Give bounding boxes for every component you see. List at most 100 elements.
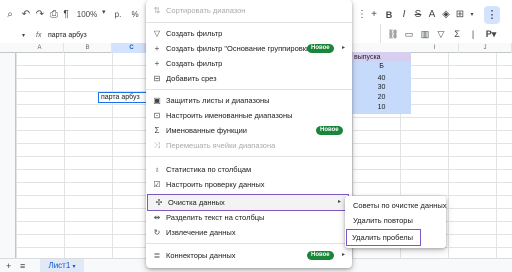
menu-item-split-text[interactable]: ⇹ Разделить текст на столбцы [146,210,352,225]
menu-item-named-functions[interactable]: Σ Именованные функции Новое [146,123,352,138]
sheet-tab[interactable]: Лист1 ▾ [40,259,84,272]
menu-item-randomize-range[interactable]: ⤨ Перемешать ячейки диапазона [146,138,352,153]
name-box-caret-icon[interactable]: ▾ [22,31,25,41]
menu-item-label: Разделить текст на столбцы [166,213,265,222]
italic-icon[interactable]: I [398,8,410,22]
menu-item-label: Создать фильтр [166,29,223,38]
cell-value[interactable]: Б [352,63,411,70]
menu-divider [146,22,352,23]
bulb-icon: ♁ [154,165,160,174]
column-header-i[interactable]: I [411,43,459,53]
column-header-j[interactable]: J [459,43,512,53]
zoom-select[interactable]: 100% [72,8,102,22]
redo-icon[interactable]: ↷ [34,8,46,22]
cell-value[interactable]: 30 [352,84,411,91]
menu-item-protect-sheets[interactable]: ▣ Защитить листы и диапазоны [146,93,352,108]
column-header-a[interactable]: A [16,43,64,53]
comment-icon[interactable]: ▭ [403,28,415,40]
sheet-tab-caret-icon[interactable]: ▾ [73,264,76,270]
chart-icon[interactable]: ▥ [419,28,431,40]
new-badge: Новое [307,44,334,53]
link-icon[interactable]: ⛓ [387,28,399,40]
cleanup-icon: ✣ [155,198,163,207]
all-sheets-icon[interactable]: ≡ [20,261,25,271]
menu-item-label: Настроить именованные диапазоны [166,111,293,120]
extract-icon: ↻ [153,228,161,237]
percent-format-button[interactable]: % [130,8,140,22]
formula-input[interactable]: парта арбуз [48,31,87,41]
bold-icon[interactable]: B [382,8,396,22]
add-icon[interactable]: + [368,8,380,22]
menu-item-label: Настроить проверку данных [166,180,265,189]
menu-divider [146,243,352,244]
menu-item-add-slicer[interactable]: ⊟ Добавить срез [146,71,352,86]
menu-divider [146,89,352,90]
database-icon: ≣ [153,251,161,260]
menu-item-label: Извлечение данных [166,228,236,237]
fill-color-icon[interactable]: ◈ [440,8,452,22]
menu-item-label: Добавить срез [166,74,217,83]
menu-item-label: Сортировать диапазон [166,6,246,15]
data-menu: ⇅ Сортировать диапазон ▽ Создать фильтр … [146,0,352,268]
submenu-arrow-icon: ▸ [341,252,345,258]
more-formats-icon[interactable]: ⋮ [356,8,368,22]
slicer-icon: ⊟ [153,74,161,83]
undo-icon[interactable]: ↶ [20,8,32,22]
paint-format-icon[interactable]: ¶ [60,8,72,22]
input-tools-icon[interactable]: P▾ [481,28,501,40]
menu-item-create-group-filter[interactable]: + Создать фильтр "Основание группировки"… [146,41,352,56]
submenu-item-remove-duplicates[interactable]: Удалить повторы [345,213,446,228]
menu-item-data-cleanup[interactable]: ✣ Очистка данных ▸ [147,194,349,211]
menus-icon[interactable]: ⌕ [4,8,16,22]
menu-item-label: Коннекторы данных [166,251,236,260]
new-badge: Новое [316,126,343,135]
menu-item-create-filter-view[interactable]: + Создать фильтр [146,56,352,71]
plus-icon: + [154,59,160,68]
validation-icon: ☑ [153,180,161,189]
new-badge: Новое [307,251,334,260]
menu-item-column-stats[interactable]: ♁ Статистика по столбцам [146,162,352,177]
menu-item-sort-range[interactable]: ⇅ Сортировать диапазон [146,3,352,18]
submenu-item-cleanup-suggestions[interactable]: Советы по очистке данных [345,198,447,213]
filter-icon: ▽ [153,29,161,38]
submenu-arrow-icon: ▸ [337,199,341,205]
strikethrough-icon[interactable]: S [412,8,424,22]
menu-divider [146,156,352,157]
print-icon[interactable]: ⎙ [48,8,60,22]
separator-icon: | [471,29,475,39]
add-sheet-icon[interactable]: + [6,261,11,271]
sum-icon[interactable]: Σ [451,28,463,40]
data-cleanup-submenu: Советы по очистке данных Удалить повторы… [345,196,447,248]
cell-value[interactable]: 40 [352,75,411,82]
shuffle-icon: ⤨ [153,141,161,150]
text-color-icon[interactable]: A [426,8,438,22]
secondary-toolbar: ⛓ ▭ ▥ ▽ Σ | P▾ [380,24,512,44]
plus-icon: + [154,44,160,53]
menu-item-data-connectors[interactable]: ≣ Коннекторы данных Новое ▸ [146,248,352,263]
named-range-icon: ⊡ [153,111,161,120]
menu-item-label: Защитить листы и диапазоны [166,96,270,105]
menu-item-label: Статистика по столбцам [166,165,252,174]
more-options-icon[interactable]: ⋮ [484,6,500,24]
column-header-b[interactable]: B [64,43,112,53]
menu-item-label: Создать фильтр [166,59,223,68]
cell-value[interactable]: 10 [352,104,411,111]
sheet-tab-label: Лист1 [48,261,71,270]
submenu-item-trim-whitespace[interactable]: Удалить пробелы [346,229,421,246]
menu-item-data-validation[interactable]: ☑ Настроить проверку данных [146,177,352,192]
zoom-caret-icon[interactable]: ▾ [102,8,106,16]
menu-item-create-filter[interactable]: ▽ Создать фильтр [146,26,352,41]
active-cell[interactable]: парта арбуз [98,92,148,103]
fx-label: fx [36,32,42,39]
split-icon: ⇹ [153,213,161,222]
borders-icon[interactable]: ⊞ [454,8,466,22]
menu-item-data-extraction[interactable]: ↻ Извлечение данных [146,225,352,240]
lock-icon: ▣ [153,96,161,105]
merge-caret-icon[interactable]: ▾ [466,8,478,22]
cell-value[interactable]: 20 [352,94,411,101]
currency-format-button[interactable]: р. [112,8,124,22]
menu-item-named-ranges[interactable]: ⊡ Настроить именованные диапазоны [146,108,352,123]
filter-toolbar-icon[interactable]: ▽ [435,28,447,40]
row-headers [0,53,16,258]
submenu-arrow-icon: ▸ [341,45,345,51]
